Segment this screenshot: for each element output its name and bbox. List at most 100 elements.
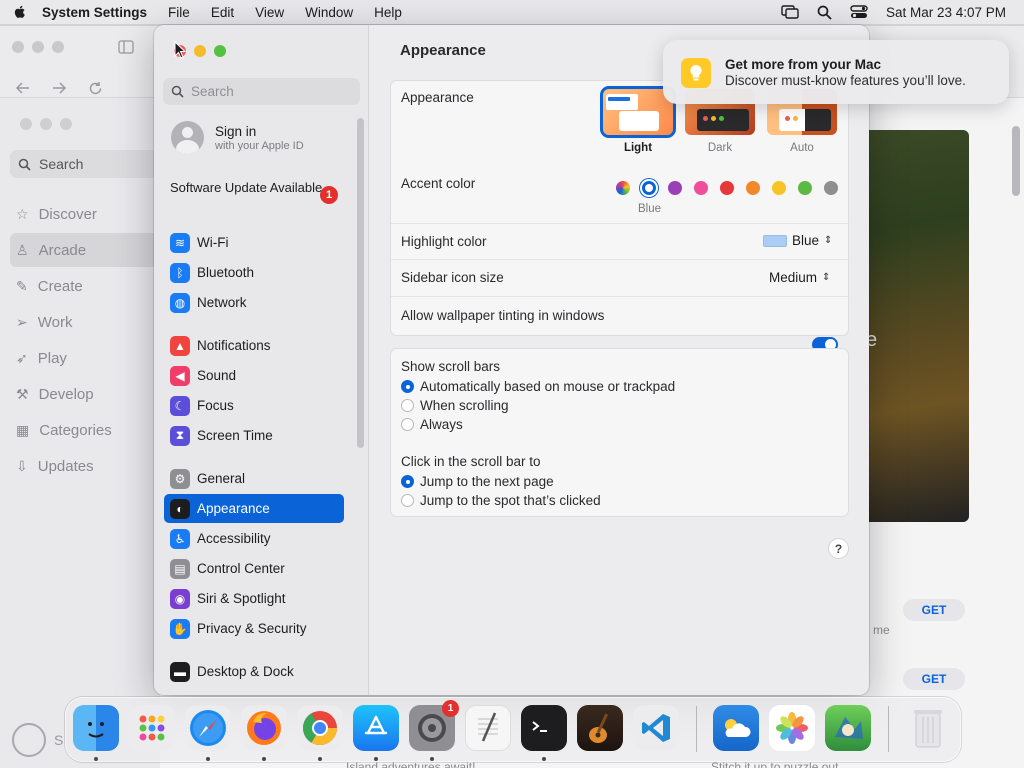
spotlight-icon[interactable] (817, 5, 832, 20)
sidebar-item-siri-spotlight[interactable]: ◉ Siri & Spotlight (164, 584, 344, 613)
sidebar-search-field[interactable]: Search (163, 78, 360, 105)
sidebar-item-network[interactable]: ◍ Network (164, 288, 344, 317)
accent-swatch[interactable] (616, 181, 630, 195)
sidebar-icon-size-popup[interactable]: Medium ⇕ (769, 270, 830, 285)
photos-icon[interactable] (769, 705, 815, 751)
bg-item-develop[interactable]: ⚒ Develop (10, 377, 160, 411)
bg-zoom-button[interactable] (52, 41, 64, 53)
terminal-icon[interactable] (521, 705, 567, 751)
menu-window[interactable]: Window (305, 5, 353, 20)
sign-in-sublabel: with your Apple ID (215, 139, 304, 152)
bg-item-create[interactable]: ✎ Create (10, 269, 160, 303)
bg2-close-button[interactable] (20, 118, 32, 130)
scroll-always-radio[interactable]: Always (401, 417, 463, 432)
firefox-icon[interactable] (241, 705, 287, 751)
download-icon: ⇩ (16, 457, 28, 474)
bg-item-categories[interactable]: ▦ Categories (10, 413, 160, 447)
apple-menu-icon[interactable] (12, 4, 28, 20)
accent-swatch[interactable] (772, 181, 786, 195)
safari-icon[interactable] (185, 705, 231, 751)
sidebar-item-general[interactable]: ⚙ General (164, 464, 344, 493)
menu-file[interactable]: File (168, 5, 190, 20)
bg-item-arcade[interactable]: ♙ Arcade (10, 233, 160, 267)
weather-icon[interactable] (713, 705, 759, 751)
forward-icon[interactable] (52, 82, 66, 94)
bg-close-button[interactable] (12, 41, 24, 53)
accent-swatch[interactable] (720, 181, 734, 195)
sidebar-item-screen-time[interactable]: ⧗ Screen Time (164, 421, 344, 450)
sidebar-item-label: General (197, 471, 246, 486)
back-icon[interactable] (16, 82, 30, 94)
sidebar-item-notifications[interactable]: ▲ Notifications (164, 331, 344, 360)
appearance-light-option[interactable]: Light (600, 86, 676, 154)
zoom-button[interactable] (214, 45, 226, 57)
bg-item-discover[interactable]: ☆ Discover (10, 197, 160, 231)
finder-icon[interactable] (73, 705, 119, 751)
screen-mirroring-icon[interactable] (781, 5, 799, 19)
menu-edit[interactable]: Edit (211, 5, 234, 20)
launchpad-icon[interactable] (129, 705, 175, 751)
sidebar-item-sound[interactable]: ◀ Sound (164, 361, 344, 390)
trash-icon[interactable] (905, 705, 951, 751)
sidebar-item-wi-fi[interactable]: ≋ Wi-Fi (164, 228, 344, 257)
chrome-icon[interactable] (297, 705, 343, 751)
bg-item-work[interactable]: ➢ Work (10, 305, 160, 339)
scroll-auto-radio[interactable]: Automatically based on mouse or trackpad (401, 379, 675, 394)
featured-artwork[interactable] (862, 130, 969, 522)
bg-item-label: Play (37, 349, 67, 367)
sidebar-item-desktop-dock[interactable]: ▬ Desktop & Dock (164, 657, 344, 686)
minimize-button[interactable] (194, 45, 206, 57)
bg-minimize-button[interactable] (32, 41, 44, 53)
bg-item-play[interactable]: ➶ Play (10, 341, 160, 375)
sidebar-icon-size-row: Sidebar icon size Medium ⇕ (391, 259, 850, 296)
sidebar-item-label: Control Center (197, 561, 285, 576)
jump-spot-clicked-radio[interactable]: Jump to the spot that’s clicked (401, 493, 601, 508)
bg-item-label: Arcade (38, 241, 87, 259)
scroll-when-scrolling-radio[interactable]: When scrolling (401, 398, 509, 413)
notification-banner[interactable]: Get more from your Mac Discover must-kno… (663, 40, 1009, 104)
garageband-icon[interactable] (577, 705, 623, 751)
bg2-zoom-button[interactable] (60, 118, 72, 130)
vscode-icon[interactable] (633, 705, 679, 751)
accent-swatch[interactable] (824, 181, 838, 195)
sidebar-scrollbar[interactable] (357, 118, 364, 448)
game-app-icon[interactable] (825, 705, 871, 751)
accent-swatch[interactable] (694, 181, 708, 195)
bg2-minimize-button[interactable] (40, 118, 52, 130)
sidebar-item-label: Sound (197, 368, 237, 383)
get-button-2[interactable]: GET (903, 668, 965, 690)
sidebar-toggle-icon[interactable] (118, 40, 134, 54)
get-button[interactable]: GET (903, 599, 965, 621)
globe-icon: ◍ (170, 292, 190, 313)
sidebar-item-privacy-security[interactable]: ✋ Privacy & Security (164, 614, 344, 643)
menu-view[interactable]: View (255, 5, 284, 20)
sidebar-item-control-center[interactable]: ▤ Control Center (164, 554, 344, 583)
sidebar-item-bluetooth[interactable]: ᛒ Bluetooth (164, 258, 344, 287)
sidebar-item-appearance[interactable]: ◐ Appearance (164, 494, 344, 523)
bg-item-updates[interactable]: ⇩ Updates (10, 449, 160, 483)
background-search[interactable]: Search (10, 150, 160, 178)
accent-swatch[interactable] (746, 181, 760, 195)
apple-id-sign-in[interactable]: Sign in with your Apple ID (171, 121, 304, 154)
sidebar-item-accessibility[interactable]: ♿ Accessibility (164, 524, 344, 553)
accent-swatch[interactable] (798, 181, 812, 195)
bg-user-avatar[interactable] (12, 723, 46, 757)
textedit-icon[interactable] (465, 705, 511, 751)
reload-icon[interactable] (88, 81, 103, 96)
accent-swatch[interactable] (668, 181, 682, 195)
speaker-icon: ◀ (170, 365, 190, 386)
app-store-icon[interactable] (353, 705, 399, 751)
menu-help[interactable]: Help (374, 5, 402, 20)
menu-app-name[interactable]: System Settings (42, 5, 147, 20)
search-placeholder: Search (191, 84, 234, 99)
radio-button (401, 380, 414, 393)
jump-next-page-radio[interactable]: Jump to the next page (401, 474, 554, 489)
software-update-item[interactable]: Software Update Available (170, 180, 345, 196)
menubar-clock[interactable]: Sat Mar 23 4:07 PM (886, 5, 1006, 20)
highlight-color-popup[interactable]: Blue ⇕ (763, 233, 832, 248)
background-scrollbar[interactable] (1012, 126, 1020, 196)
accent-swatch[interactable] (642, 181, 656, 195)
help-button[interactable]: ? (828, 538, 849, 559)
sidebar-item-focus[interactable]: ☾ Focus (164, 391, 344, 420)
control-center-icon[interactable] (850, 5, 868, 19)
